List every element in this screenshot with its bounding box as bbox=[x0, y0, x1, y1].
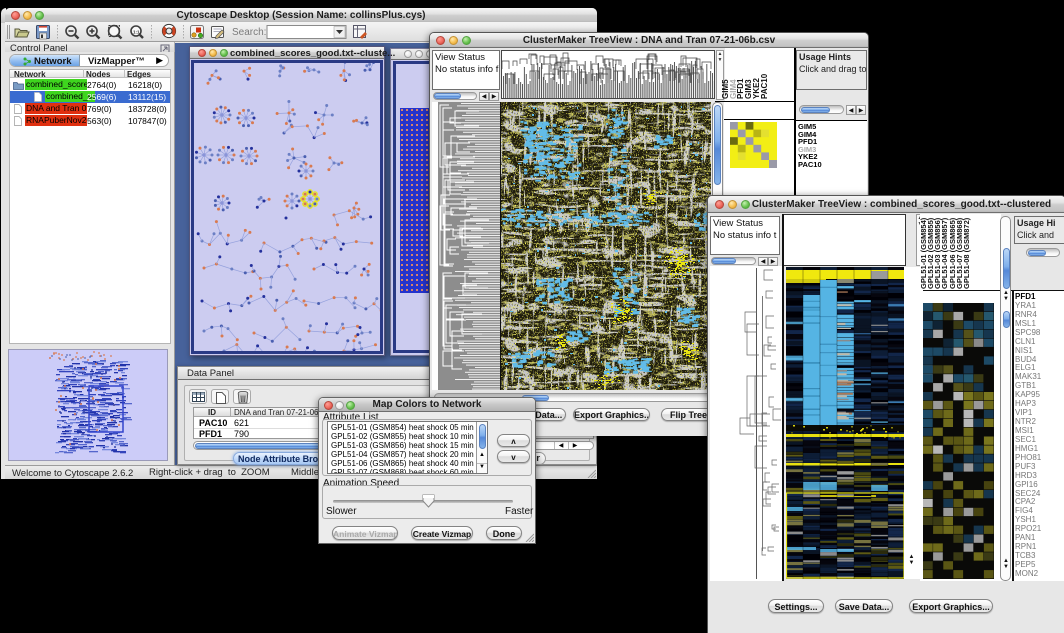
svg-text:Search:: Search: bbox=[232, 27, 266, 38]
svg-text:1:1: 1:1 bbox=[133, 30, 140, 35]
